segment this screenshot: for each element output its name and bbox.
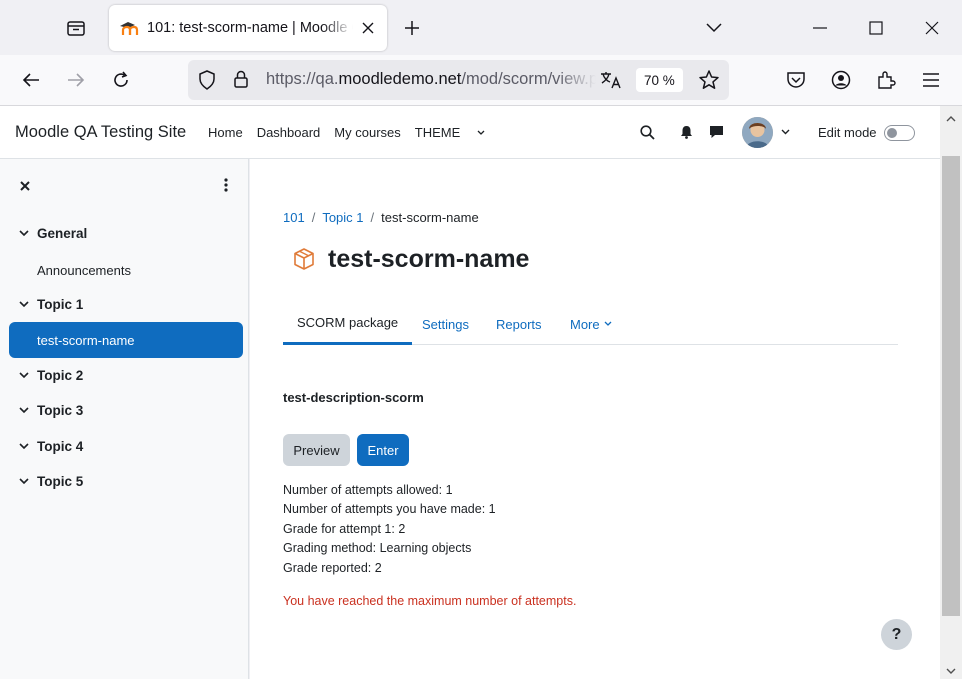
account-icon[interactable] xyxy=(827,66,855,94)
breadcrumb-separator: / xyxy=(370,210,375,225)
main-content: 101 / Topic 1 / test-scorm-name test-sco… xyxy=(250,159,940,679)
moodle-navbar: Moodle QA Testing Site Home Dashboard My… xyxy=(0,106,940,159)
translate-icon[interactable] xyxy=(600,70,622,93)
forward-arrow-icon[interactable] xyxy=(62,66,90,94)
extensions-icon[interactable] xyxy=(872,66,900,94)
back-arrow-icon[interactable] xyxy=(17,66,45,94)
tab-scorm-package[interactable]: SCORM package xyxy=(283,303,413,345)
section-title: Topic 4 xyxy=(37,439,84,454)
browser-tab-active[interactable]: 101: test-scorm-name | Moodle QA Testing… xyxy=(109,5,387,51)
chevron-down-icon[interactable] xyxy=(17,369,31,383)
tab-more[interactable]: More xyxy=(570,303,612,345)
bell-icon[interactable] xyxy=(676,122,696,142)
section-title: Topic 5 xyxy=(37,474,84,489)
nav-dashboard[interactable]: Dashboard xyxy=(257,125,321,140)
help-button[interactable]: ? xyxy=(881,619,912,650)
messages-icon[interactable] xyxy=(706,122,726,142)
chevron-down-icon xyxy=(477,130,485,135)
chevron-down-icon xyxy=(604,321,612,326)
section-title: Topic 2 xyxy=(37,368,84,383)
section-title: General xyxy=(37,226,88,241)
minimize-icon[interactable] xyxy=(806,14,834,42)
search-icon[interactable] xyxy=(637,122,657,142)
url-text[interactable]: https://qa.moodledemo.net/mod/scorm/view… xyxy=(266,70,596,89)
browser-tab-bar: 101: test-scorm-name | Moodle QA Testing… xyxy=(0,0,962,55)
chevron-down-icon[interactable] xyxy=(17,440,31,454)
shield-icon[interactable] xyxy=(198,70,216,93)
maximize-icon[interactable] xyxy=(862,14,890,42)
scroll-down-icon[interactable] xyxy=(946,662,956,677)
grade-reported-info: Grade reported: 2 xyxy=(283,561,382,575)
tab-title: 101: test-scorm-name | Moodle QA Testing… xyxy=(147,20,353,36)
reload-icon[interactable] xyxy=(107,66,135,94)
tab-settings[interactable]: Settings xyxy=(422,303,469,345)
vertical-scrollbar[interactable] xyxy=(940,106,962,679)
moodle-favicon-icon xyxy=(119,19,139,37)
attempt-grade-info: Grade for attempt 1: 2 xyxy=(283,522,406,536)
kebab-menu-icon[interactable] xyxy=(218,176,234,194)
tab-close-icon[interactable] xyxy=(359,19,377,37)
section-title: Topic 1 xyxy=(37,297,84,312)
section-title: Topic 3 xyxy=(37,403,84,418)
enter-button[interactable]: Enter xyxy=(357,434,409,466)
preview-button[interactable]: Preview xyxy=(283,434,350,466)
nav-theme-label: THEME xyxy=(414,125,461,140)
page-title: test-scorm-name xyxy=(328,245,530,273)
new-tab-icon[interactable] xyxy=(400,16,424,40)
tab-list-icon[interactable] xyxy=(60,12,92,44)
close-window-icon[interactable] xyxy=(918,14,946,42)
breadcrumb-course[interactable]: 101 xyxy=(283,210,305,225)
tab-reports[interactable]: Reports xyxy=(496,303,542,345)
nav-my-courses[interactable]: My courses xyxy=(334,125,400,140)
pocket-icon[interactable] xyxy=(782,66,810,94)
bookmark-star-icon[interactable] xyxy=(698,69,720,94)
course-section-topic-5[interactable]: Topic 5 xyxy=(17,474,83,489)
max-attempts-warning: You have reached the maximum number of a… xyxy=(283,594,577,608)
tab-more-label: More xyxy=(570,316,600,332)
list-all-tabs-icon[interactable] xyxy=(700,14,728,42)
nav-theme-dropdown[interactable]: THEME xyxy=(415,125,486,140)
course-section-topic-2[interactable]: Topic 2 xyxy=(17,368,83,383)
scroll-up-icon[interactable] xyxy=(946,110,956,125)
course-section-topic-4[interactable]: Topic 4 xyxy=(17,439,83,454)
attempts-made-info: Number of attempts you have made: 1 xyxy=(283,502,496,516)
user-avatar[interactable] xyxy=(742,117,773,148)
breadcrumb-separator: / xyxy=(311,210,316,225)
secondary-navigation: SCORM package Settings Reports More xyxy=(283,303,898,345)
lock-icon[interactable] xyxy=(233,69,249,92)
course-section-topic-3[interactable]: Topic 3 xyxy=(17,403,83,418)
course-section-general[interactable]: General xyxy=(17,226,87,241)
course-section-topic-1[interactable]: Topic 1 xyxy=(17,297,83,312)
user-menu-chevron-icon[interactable] xyxy=(775,122,795,142)
nav-home[interactable]: Home xyxy=(208,125,243,140)
close-drawer-icon[interactable] xyxy=(16,177,34,195)
attempts-allowed-info: Number of attempts allowed: 1 xyxy=(283,483,453,497)
chevron-down-icon[interactable] xyxy=(17,475,31,489)
activity-description: test-description-scorm xyxy=(283,390,424,405)
toggle-knob xyxy=(887,128,897,138)
course-item-test-scorm-name-active[interactable]: test-scorm-name xyxy=(9,322,243,358)
chevron-down-icon[interactable] xyxy=(17,298,31,312)
chevron-down-icon[interactable] xyxy=(17,227,31,241)
edit-mode-label: Edit mode xyxy=(818,125,877,140)
zoom-level-badge[interactable]: 70 % xyxy=(636,68,683,92)
hamburger-menu-icon[interactable] xyxy=(917,66,945,94)
edit-mode-toggle[interactable] xyxy=(884,125,915,141)
grading-method-info: Grading method: Learning objects xyxy=(283,541,472,555)
breadcrumb-current: test-scorm-name xyxy=(381,210,479,225)
scrollbar-thumb[interactable] xyxy=(942,156,960,616)
chevron-down-icon[interactable] xyxy=(17,404,31,418)
url-bar[interactable]: https://qa.moodledemo.net/mod/scorm/view… xyxy=(188,60,729,100)
scorm-package-icon xyxy=(292,247,318,273)
course-item-announcements[interactable]: Announcements xyxy=(37,263,131,278)
browser-nav-bar: https://qa.moodledemo.net/mod/scorm/view… xyxy=(0,55,962,106)
breadcrumb-section[interactable]: Topic 1 xyxy=(322,210,363,225)
breadcrumb: 101 / Topic 1 / test-scorm-name xyxy=(283,210,479,225)
site-name[interactable]: Moodle QA Testing Site xyxy=(15,123,186,142)
primary-navigation: Home Dashboard My courses THEME xyxy=(208,125,499,140)
course-index-drawer: General Announcements Topic 1 test-scorm… xyxy=(0,159,249,679)
